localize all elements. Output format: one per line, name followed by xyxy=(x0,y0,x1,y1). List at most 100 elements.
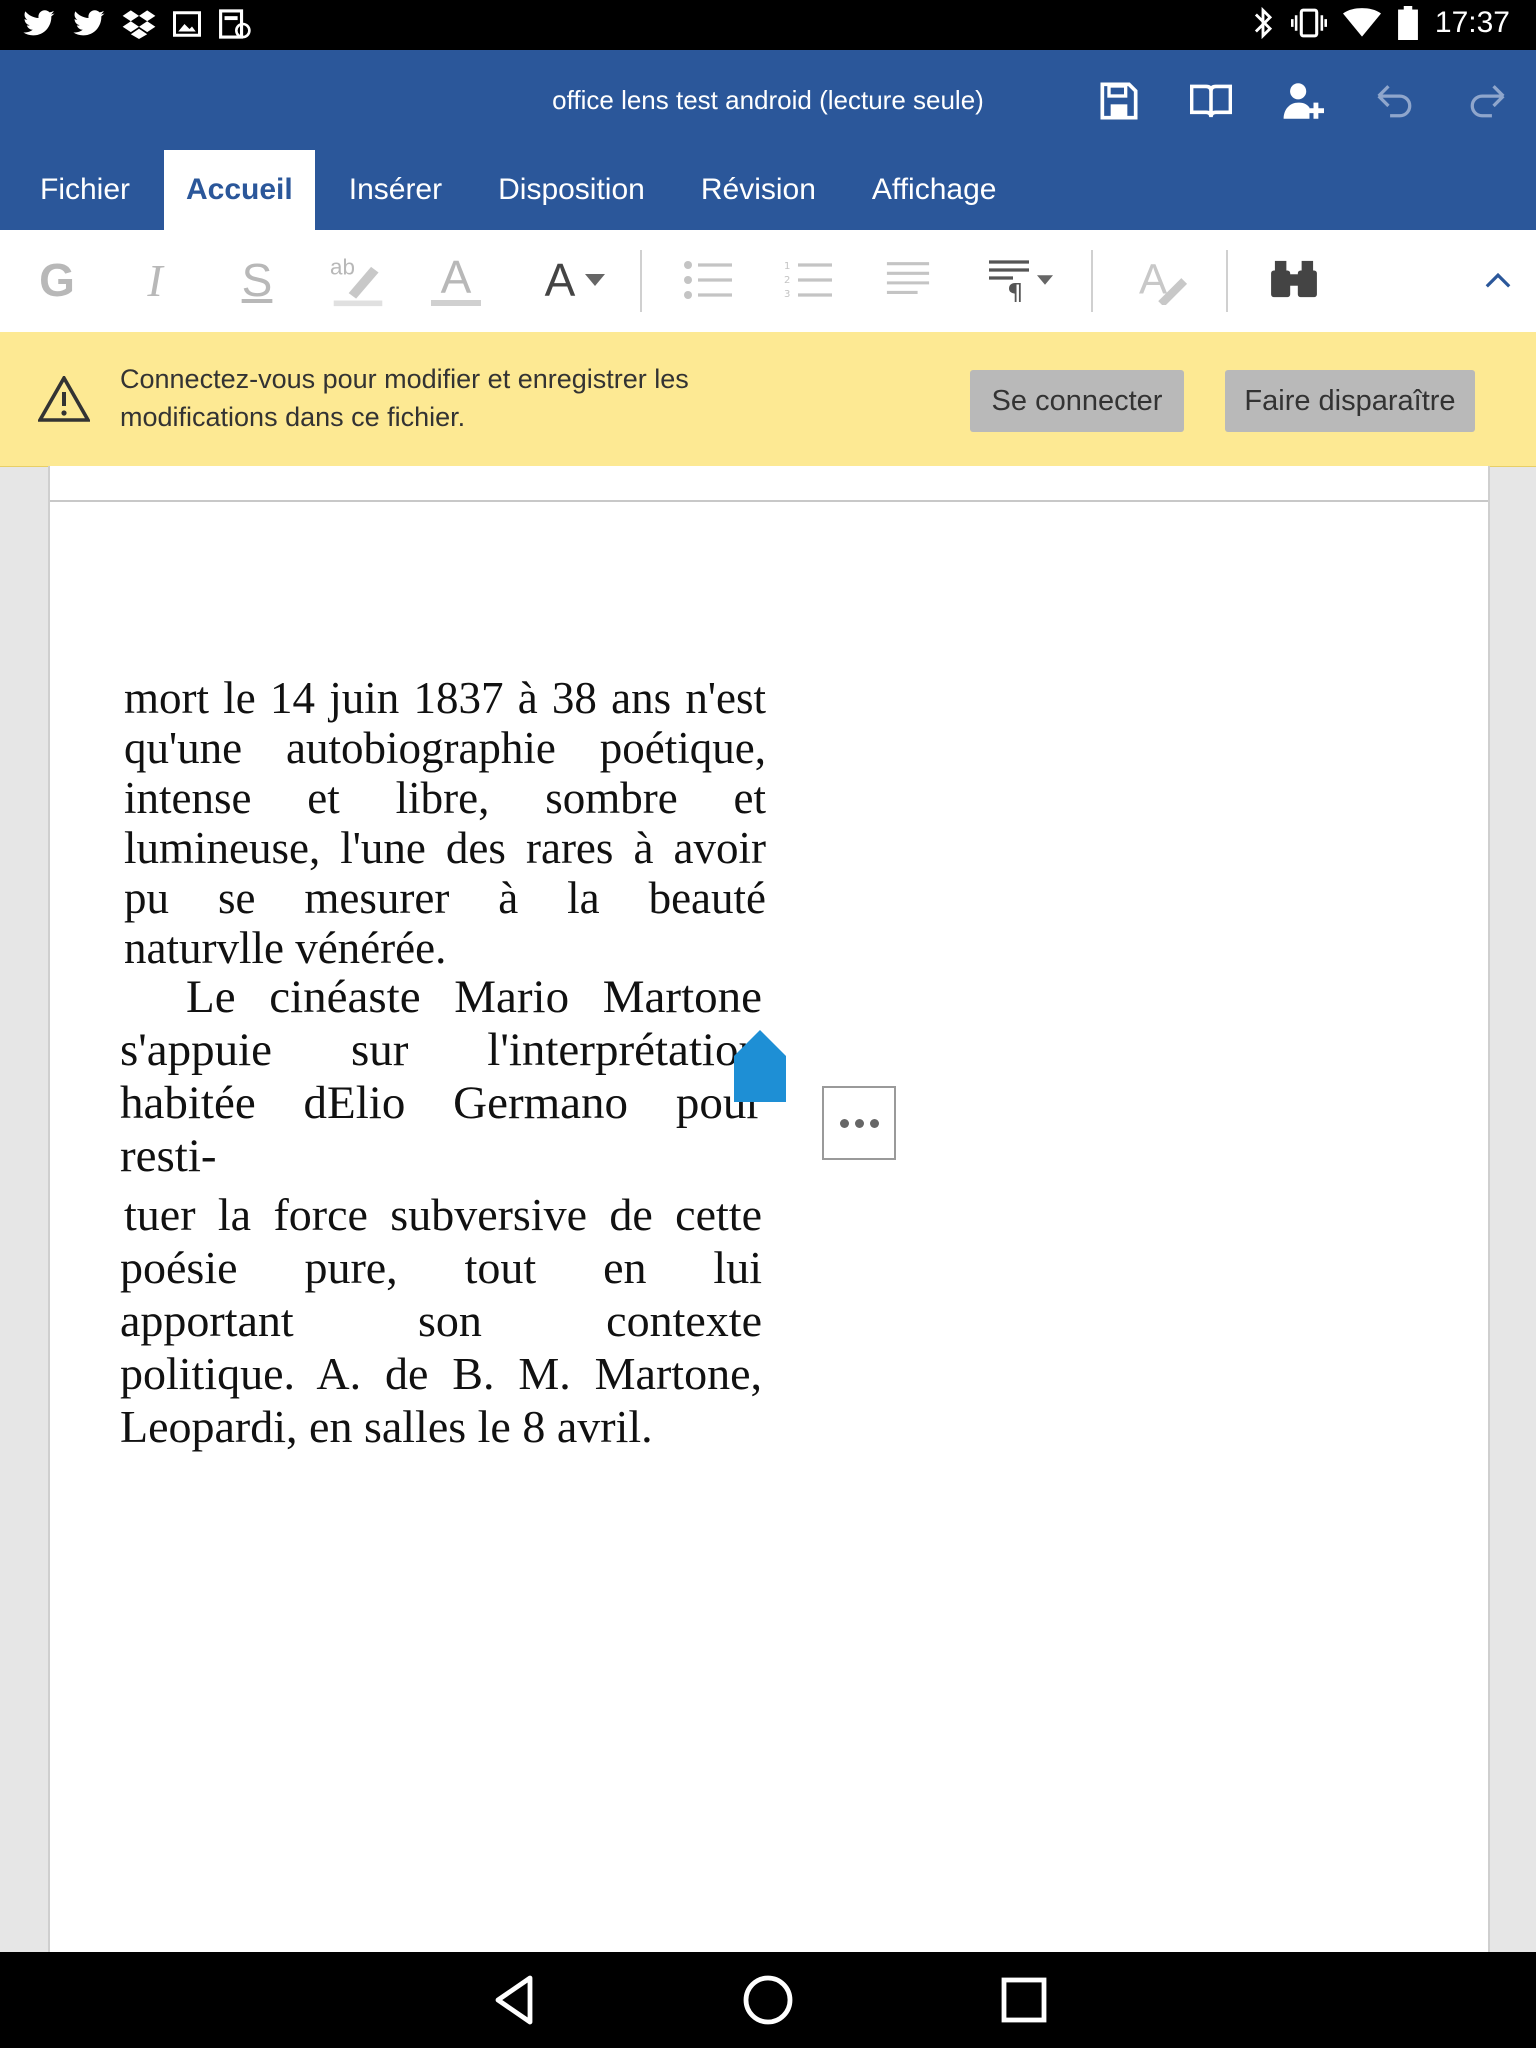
share-button[interactable] xyxy=(1274,72,1332,130)
svg-text:¶: ¶ xyxy=(1007,279,1024,302)
italic-button[interactable]: I xyxy=(128,244,182,316)
title-actions xyxy=(1090,72,1516,130)
text-line: s'appuie sur l'interprétation xyxy=(120,1024,762,1076)
ribbon-toolbar: G I S ab A A 1 2 3 ¶ A xyxy=(0,230,1536,333)
highlight-label: ab xyxy=(330,254,355,279)
tab-revision[interactable]: Révision xyxy=(679,150,838,230)
font-color-label: A xyxy=(440,251,472,303)
collapse-ribbon-button[interactable] xyxy=(1478,244,1518,316)
caret-down-icon xyxy=(585,274,606,286)
toolbar-divider xyxy=(1091,250,1093,312)
numbered-list-button[interactable]: 1 2 3 xyxy=(780,244,836,316)
bullet-list-icon xyxy=(684,261,732,299)
numbered-list-icon: 1 2 3 xyxy=(784,261,832,300)
toolbar-divider xyxy=(1226,250,1228,312)
styles-brush-icon: A xyxy=(1139,255,1188,305)
redo-button[interactable] xyxy=(1458,72,1516,130)
text-line: pu se mesurer à la beauté xyxy=(124,873,766,923)
highlight-button[interactable]: ab xyxy=(328,244,388,316)
align-left-icon xyxy=(886,262,930,294)
text-line: intense et libre, sombre et xyxy=(124,773,766,823)
paragraph-icon: ¶ xyxy=(989,260,1029,302)
clock: 17:37 xyxy=(1434,6,1510,39)
tab-disposition[interactable]: Disposition xyxy=(476,150,667,230)
text-line: poésie pure, tout en lui xyxy=(120,1242,762,1293)
home-button[interactable] xyxy=(742,1974,794,2026)
bluetooth-icon xyxy=(1254,6,1273,40)
font-color-button[interactable]: A xyxy=(428,244,484,316)
twitter-icon xyxy=(23,10,55,36)
text-line: resti- xyxy=(120,1130,217,1182)
ribbon-tabs: Fichier Accueil Insérer Disposition Révi… xyxy=(18,150,1030,230)
text-line: naturvlle vénérée. xyxy=(124,923,447,973)
text-line: habitée dElio Germano pour xyxy=(120,1077,762,1129)
bullet-list-button[interactable] xyxy=(680,244,736,316)
page-divider xyxy=(50,500,1488,502)
text-line: politique. A. de B. M. Martone, xyxy=(120,1348,762,1399)
tab-inserer[interactable]: Insérer xyxy=(327,150,464,230)
more-dot xyxy=(869,1118,879,1128)
sign-in-button[interactable]: Se connecter xyxy=(970,370,1184,432)
wifi-icon xyxy=(1342,8,1381,37)
svg-text:3: 3 xyxy=(784,289,790,300)
text-line: mort le 14 juin 1837 à 38 ans n'est xyxy=(124,673,766,723)
svg-text:A: A xyxy=(1139,255,1168,302)
undo-button[interactable] xyxy=(1366,72,1424,130)
vibrate-icon xyxy=(1290,8,1327,38)
align-button[interactable] xyxy=(880,244,936,316)
redo-icon xyxy=(1470,85,1505,118)
text-line: lumineuse, l'une des rares à avoir xyxy=(124,823,766,873)
tab-accueil[interactable]: Accueil xyxy=(164,150,315,230)
undo-icon xyxy=(1377,85,1412,118)
styles-button[interactable]: A xyxy=(1134,244,1194,316)
paragraph-2: Le cinéaste Mario Martone s'appuie sur l… xyxy=(120,970,762,1182)
sync-icon xyxy=(219,9,251,39)
image-icon xyxy=(173,11,201,37)
save-button[interactable] xyxy=(1090,72,1148,130)
battery-icon xyxy=(1398,6,1418,40)
share-icon xyxy=(1283,83,1324,119)
notice-message: Connectez-vous pour modifier et enregist… xyxy=(120,364,689,432)
bold-button[interactable]: G xyxy=(30,244,84,316)
text-line: apportant son contexte xyxy=(120,1295,762,1346)
sign-in-notice: Connectez-vous pour modifier et enregist… xyxy=(0,332,1536,467)
paragraph-1: mort le 14 juin 1837 à 38 ans n'est qu'u… xyxy=(124,672,766,973)
more-dot xyxy=(839,1118,849,1128)
italic-label: I xyxy=(147,254,163,306)
notification-icons xyxy=(22,8,252,40)
paragraph-3: tuer la force subversive de cette poésie… xyxy=(120,1188,762,1453)
highlighter-icon: ab xyxy=(330,254,383,307)
navigation-bar xyxy=(0,1952,1536,2048)
tab-fichier[interactable]: Fichier xyxy=(18,150,152,230)
svg-text:2: 2 xyxy=(784,275,790,286)
text-line: Leopardi, en salles le 8 avril. xyxy=(120,1401,653,1452)
caret-down-icon xyxy=(1037,275,1053,285)
font-size-label: A xyxy=(544,254,576,306)
recents-button[interactable] xyxy=(998,1974,1050,2026)
read-mode-button[interactable] xyxy=(1182,72,1240,130)
twitter-icon xyxy=(73,10,105,36)
font-size-button[interactable]: A xyxy=(535,244,615,316)
app-header: office lens test android (lecture seule)… xyxy=(0,50,1536,230)
back-button[interactable] xyxy=(490,1974,542,2026)
paragraph-button[interactable]: ¶ xyxy=(984,244,1056,316)
svg-text:1: 1 xyxy=(784,261,790,272)
tab-affichage[interactable]: Affichage xyxy=(850,150,1019,230)
font-color-swatch xyxy=(431,300,481,306)
underline-label: S xyxy=(241,254,273,306)
binoculars-icon xyxy=(1271,260,1317,298)
text-cursor-handle[interactable] xyxy=(734,1030,786,1102)
chevron-up-icon xyxy=(1485,272,1511,288)
status-bar: 17:37 xyxy=(0,0,1536,50)
read-mode-icon xyxy=(1190,84,1232,118)
toolbar-divider xyxy=(640,250,642,312)
text-line: Le cinéaste Mario Martone xyxy=(186,971,762,1023)
dismiss-button[interactable]: Faire disparaître xyxy=(1225,370,1475,432)
more-options-button[interactable] xyxy=(822,1086,896,1160)
text-line: qu'une autobiographie poétique, xyxy=(124,723,766,773)
underline-button[interactable]: S xyxy=(230,244,284,316)
save-icon xyxy=(1100,82,1138,120)
document-page[interactable]: mort le 14 juin 1837 à 38 ans n'est qu'u… xyxy=(48,466,1490,1952)
dropbox-icon xyxy=(122,10,156,39)
find-button[interactable] xyxy=(1266,244,1322,316)
